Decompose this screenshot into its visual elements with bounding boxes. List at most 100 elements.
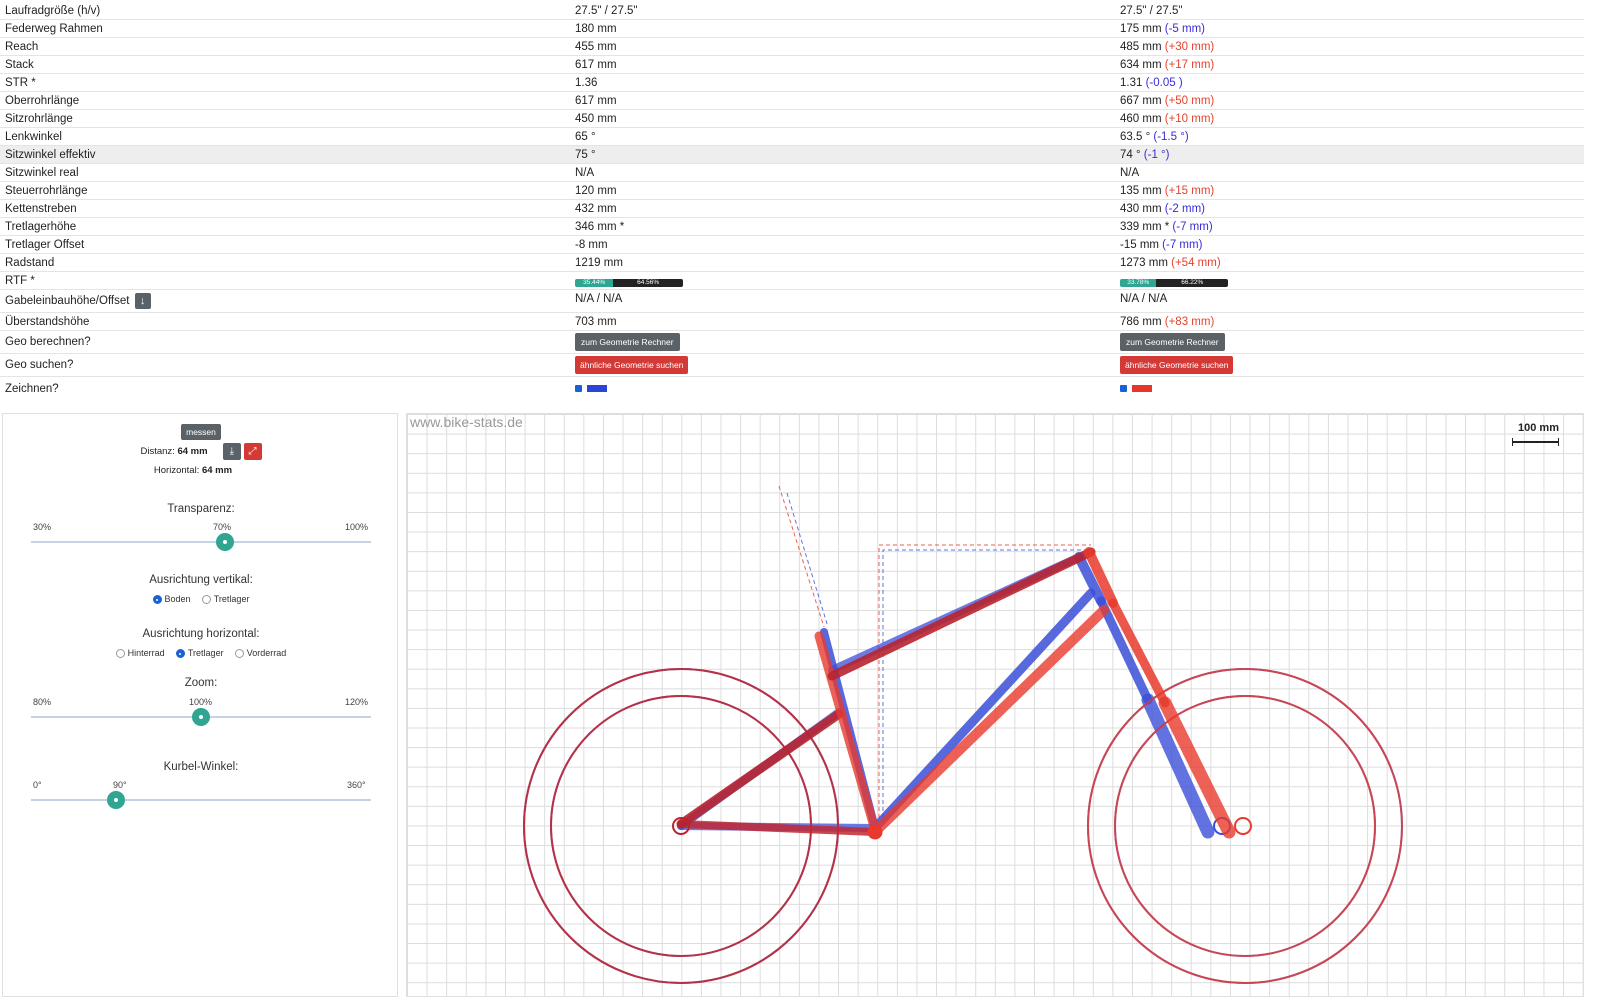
row-label: Oberrohrlänge — [5, 94, 80, 107]
radio-unselected-icon — [234, 649, 244, 659]
draw-checkbox-bike-b[interactable] — [1120, 384, 1127, 392]
value-bike-b-text: 175 mm — [1120, 22, 1162, 35]
value-bike-a-text: 346 mm * — [575, 220, 625, 233]
value-bike-a-text: 432 mm — [575, 202, 617, 215]
value-bike-b-text: 63.5 ° — [1120, 130, 1151, 143]
radio-unselected-icon — [201, 595, 211, 605]
value-bike-a: 703 mm — [575, 315, 617, 328]
value-bike-b-text: 74 ° — [1120, 148, 1141, 161]
bike-a-front-wheel-inner — [1114, 695, 1376, 957]
value-bike-a-text: 75 ° — [575, 148, 596, 161]
row-label: Geo berechnen? — [5, 336, 91, 348]
value-bike-b: 667 mm (+50 mm) — [1120, 95, 1214, 107]
value-bike-b: 430 mm (-2 mm) — [1120, 203, 1205, 215]
value-bike-a: 346 mm * — [575, 221, 624, 233]
radio-hinterrad[interactable]: Hinterrad — [115, 648, 165, 659]
value-bike-a: 450 mm — [575, 113, 617, 125]
similar-geometry-button-b[interactable]: ähnliche Geometrie suchen — [1120, 356, 1234, 374]
radio-unselected-icon — [115, 649, 125, 659]
value-bike-b-text: 1.31 — [1120, 76, 1143, 89]
diff-value: (+83 mm) — [1164, 315, 1215, 328]
diff-value: (-7 mm) — [1169, 220, 1213, 233]
rtf-progress-bar: 33.78% 66.22% — [1120, 278, 1228, 287]
radio-tretlager-horizontal[interactable]: Tretlager — [175, 648, 224, 659]
bike-b-bottom-bracket — [867, 824, 883, 840]
zoom-slider-handle[interactable] — [192, 708, 210, 726]
value-bike-a: 1219 mm — [575, 257, 623, 269]
value-bike-b-text: 460 mm — [1120, 112, 1162, 125]
horizontal-value: 64 mm — [201, 465, 233, 476]
value-bike-b: 460 mm (+10 mm) — [1120, 113, 1214, 125]
crank-slider-handle[interactable] — [107, 791, 125, 809]
row-label: Zeichnen? — [5, 382, 59, 395]
transparency-slider[interactable] — [31, 541, 371, 543]
bike-a-front-wheel-outer — [1087, 668, 1403, 984]
arrow-down-icon[interactable]: ↓ — [134, 293, 151, 309]
geometry-table: Laufradgröße (h/v) 27.5" / 27.5" 27.5" / 2… — [0, 2, 1584, 400]
draw-checkbox-bike-a[interactable] — [575, 384, 582, 392]
geometry-calculator-button-a[interactable]: zum Geometrie Rechner — [575, 333, 680, 351]
bike-drawing — [523, 485, 1403, 984]
geometry-calculator-button-b[interactable]: zum Geometrie Rechner — [1120, 333, 1225, 351]
value-bike-b-text: 786 mm — [1120, 315, 1162, 328]
transparency-min: 30% — [33, 522, 52, 532]
color-swatch-bike-a[interactable] — [587, 384, 607, 392]
value-bike-b: 339 mm * (-7 mm) — [1120, 221, 1213, 233]
draw-toggle-bike-a — [575, 383, 607, 395]
row-label: Kettenstreben — [5, 202, 77, 215]
value-bike-a-text: 617 mm — [575, 94, 617, 107]
value-bike-b: 135 mm (+15 mm) — [1120, 185, 1214, 197]
bike-b-front-wheel-outer — [1087, 668, 1403, 984]
expand-icon[interactable]: ⤢ — [243, 443, 262, 460]
similar-geometry-button-a[interactable]: ähnliche Geometrie suchen — [575, 356, 689, 374]
value-bike-a-text: 120 mm — [575, 184, 617, 197]
table-row-calc: Geo berechnen? zum Geometrie Rechner zum G… — [0, 331, 1584, 354]
value-bike-b-text: 430 mm — [1120, 202, 1162, 215]
value-bike-b: 786 mm (+83 mm) — [1120, 316, 1214, 328]
distance-label: Distanz: — [140, 446, 175, 458]
transparency-label: Transparenz: — [167, 503, 235, 515]
zoom-current: 100% — [189, 697, 213, 707]
radio-vorderrad[interactable]: Vorderrad — [234, 648, 286, 659]
crank-slider[interactable] — [31, 799, 371, 801]
geometry-drawing-canvas[interactable]: www.bike-stats.de 100 mm — [406, 413, 1584, 997]
radio-selected-icon — [175, 649, 185, 659]
value-bike-b-text: -15 mm — [1120, 238, 1159, 251]
value-bike-b-text: 27.5" / 27.5" — [1120, 4, 1183, 17]
row-label: Sitzrohrlänge — [5, 112, 73, 125]
value-bike-a: 455 mm — [575, 41, 617, 53]
value-bike-a-text: 617 mm — [575, 58, 617, 71]
value-bike-b-text: 634 mm — [1120, 58, 1162, 71]
radio-boden[interactable]: Boden — [152, 594, 191, 605]
row-label: Sitzwinkel effektiv — [5, 148, 96, 161]
value-bike-a-text: 455 mm — [575, 40, 617, 53]
table-row: Steuerrohrlänge 120 mm 135 mm (+15 mm) — [0, 182, 1584, 200]
row-label: Überstandshöhe — [5, 315, 90, 328]
value-bike-a-text: -8 mm — [575, 238, 608, 251]
row-label: Steuerrohrlänge — [5, 184, 88, 197]
bike-b-front-wheel-inner — [1114, 695, 1376, 957]
table-row: Tretlager Offset -8 mm -15 mm (-7 mm) — [0, 236, 1584, 254]
value-bike-a: 120 mm — [575, 185, 617, 197]
value-bike-b-text: N/A — [1120, 166, 1140, 179]
distance-value: 64 mm — [177, 446, 208, 458]
color-swatch-bike-b[interactable] — [1132, 384, 1152, 392]
diff-value: (+15 mm) — [1161, 184, 1215, 197]
row-label: Tretlager Offset — [5, 238, 85, 251]
row-label: Laufradgröße (h/v) — [5, 4, 101, 17]
radio-tretlager-vertical[interactable]: Tretlager — [201, 594, 249, 605]
measure-button[interactable]: messen — [181, 424, 221, 440]
download-icon[interactable]: ⤓ — [222, 443, 241, 460]
radio-selected-icon — [152, 595, 162, 605]
row-label-with-icon: Gabeleinbauhöhe/Offset ↓ — [5, 293, 151, 309]
bike-a-frame — [523, 552, 1403, 984]
table-row: Laufradgröße (h/v) 27.5" / 27.5" 27.5" / 2… — [0, 2, 1584, 20]
value-bike-a: N/A / N/A — [575, 293, 623, 305]
value-bike-b: 74 ° (-1 °) — [1120, 149, 1169, 161]
bike-b-front-axle — [1234, 817, 1252, 835]
diff-value: (-2 mm) — [1161, 202, 1205, 215]
control-panel: messen Distanz: 64 mm ⤓ ⤢ Horizontal: 64… — [2, 413, 398, 997]
table-row: Stack 617 mm 634 mm (+17 mm) — [0, 56, 1584, 74]
transparency-slider-handle[interactable] — [216, 533, 235, 551]
value-bike-a-text: N/A — [575, 166, 595, 179]
